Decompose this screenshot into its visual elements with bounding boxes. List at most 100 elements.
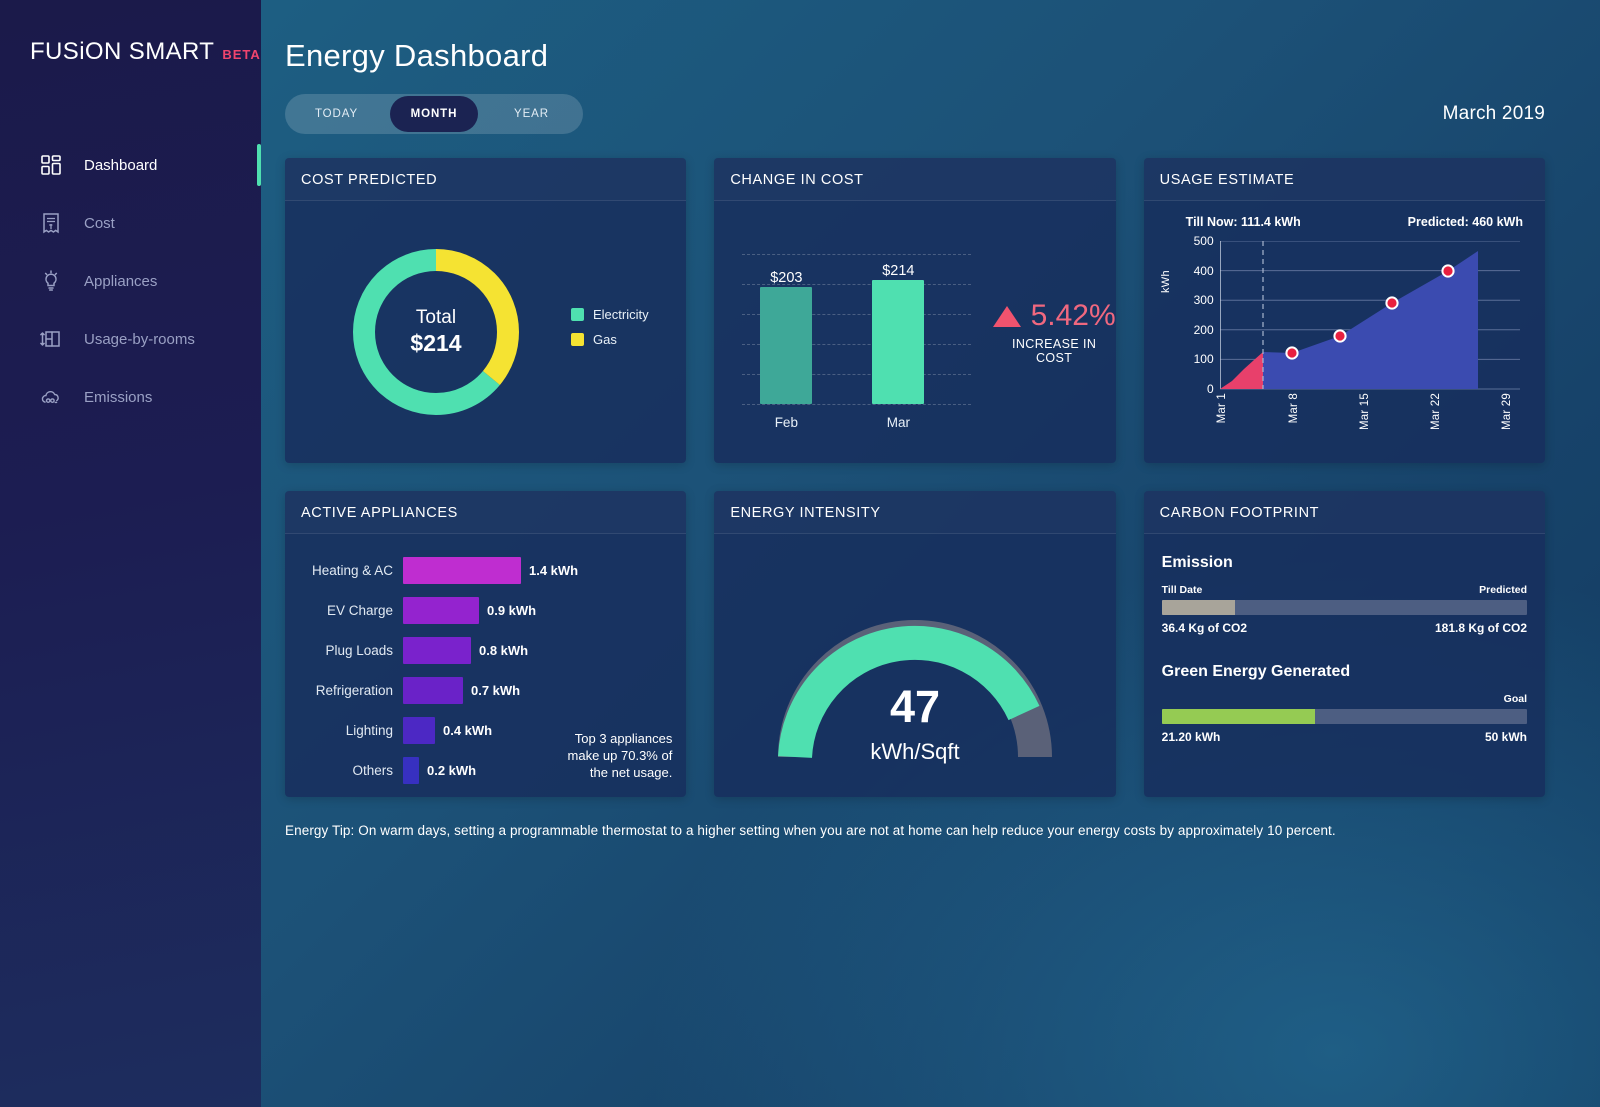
bar-category-label: Mar: [886, 415, 910, 430]
y-axis-ticks: 500 400 300 200 100 0: [1174, 234, 1214, 396]
appliance-bar: [403, 716, 435, 744]
sidebar-item-usage-by-rooms[interactable]: Usage-by-rooms: [0, 310, 261, 368]
bar-column-mar: $214 Mar: [872, 254, 925, 430]
delta-caption: INCREASE IN COST: [1011, 337, 1097, 365]
delta-percent: 5.42%: [1030, 299, 1116, 332]
emission-values: 36.4 Kg of CO2 181.8 Kg of CO2: [1162, 621, 1527, 635]
card-body: Heating & AC 1.4 kWh EV Charge 0.9 kWh P…: [285, 534, 686, 797]
appliance-value: 0.2 kWh: [427, 762, 477, 778]
sidebar-item-label: Appliances: [84, 272, 158, 290]
sidebar-item-label: Cost: [84, 214, 115, 232]
gauge-unit: kWh/Sqft: [870, 738, 960, 764]
energy-tip: Energy Tip: On warm days, setting a prog…: [285, 823, 1336, 838]
emission-title: Emission: [1161, 554, 1233, 571]
bar-category-label: Feb: [774, 415, 798, 430]
sidebar-item-emissions[interactable]: Emissions: [0, 368, 261, 426]
card-body: $203 Feb $214 Mar 5.42% INCREASE IN COST: [714, 201, 1116, 463]
sidebar-item-cost[interactable]: Cost: [0, 194, 261, 252]
usage-area-chart: kWh 500 400 300 200 100 0 Mar 1 Mar 8 Ma…: [1158, 234, 1529, 437]
donut-center-text: Total $214: [345, 241, 527, 423]
range-option-year[interactable]: YEAR: [480, 94, 583, 134]
range-option-today[interactable]: TODAY: [285, 94, 388, 134]
sidebar-item-label: Dashboard: [84, 156, 158, 174]
card-change-in-cost: CHANGE IN COST $203 Feb $214 Mar 5.42% I…: [714, 158, 1116, 463]
y-tick: 0: [1206, 382, 1214, 396]
legend-swatch: [571, 308, 584, 321]
green-energy-goal-label: Goal: [1503, 693, 1527, 705]
change-cost-content: $203 Feb $214 Mar 5.42% INCREASE IN COST: [714, 201, 1116, 463]
usage-annotations: Till Now: 111.4 kWh Predicted: 460 kWh: [1158, 215, 1529, 229]
bar-value-label: $203: [770, 269, 803, 286]
card-title: USAGE ESTIMATE: [1143, 158, 1545, 201]
gauge-readout: 47 kWh/Sqft: [765, 684, 1065, 765]
donut-legend: Electricity Gas: [571, 307, 649, 357]
x-tick: Mar 8: [1287, 393, 1300, 424]
appliance-bar: [403, 756, 419, 784]
x-tick: Mar 22: [1429, 393, 1442, 430]
y-tick: 500: [1193, 234, 1214, 248]
sidebar: FUSiON SMART BETA Dashboard Cost Applian…: [0, 0, 261, 1107]
emission-left-label: Till Date: [1161, 584, 1203, 596]
grid-icon: [38, 152, 64, 178]
green-energy-progress-track: [1161, 709, 1527, 724]
sidebar-item-appliances[interactable]: Appliances: [0, 252, 261, 310]
green-energy-values: 21.20 kWh 50 kWh: [1162, 730, 1527, 744]
y-axis-title: kWh: [1159, 270, 1172, 293]
card-title: ACTIVE APPLIANCES: [285, 491, 687, 534]
emission-progress-fill: [1161, 600, 1235, 615]
page-title: Energy Dashboard: [285, 38, 549, 73]
legend-item-gas: Gas: [571, 332, 649, 347]
appliance-value: 0.7 kWh: [471, 682, 521, 698]
sidebar-item-dashboard[interactable]: Dashboard: [0, 136, 261, 194]
green-energy-progress-fill: [1161, 709, 1316, 724]
change-cost-bar-chart: $203 Feb $214 Mar: [742, 232, 971, 432]
usage-estimate-content: Till Now: 111.4 kWh Predicted: 460 kWh k…: [1144, 201, 1545, 463]
receipt-icon: [38, 210, 64, 236]
card-usage-estimate: USAGE ESTIMATE Till Now: 111.4 kWh Predi…: [1143, 158, 1545, 463]
card-body: Total $214 Electricity Gas: [285, 201, 686, 463]
appliance-value: 1.4 kWh: [529, 562, 579, 578]
x-tick: Mar 15: [1358, 393, 1371, 430]
brand-logo: FUSiON SMART BETA: [30, 38, 261, 66]
appliance-bar: [403, 676, 463, 704]
cost-donut-chart: Total $214: [345, 241, 527, 423]
green-energy-current-value: 21.20 kWh: [1161, 730, 1221, 744]
time-range-toggle[interactable]: TODAY MONTH YEAR: [285, 94, 583, 134]
sidebar-item-label: Emissions: [84, 388, 153, 406]
donut-total-value: $214: [410, 330, 462, 356]
brand-name: FUSiON SMART: [30, 38, 215, 65]
bar-column-feb: $203 Feb: [760, 254, 813, 430]
x-tick: Mar 29: [1500, 393, 1513, 430]
till-now-label: Till Now: 111.4 kWh: [1185, 215, 1301, 229]
range-option-month[interactable]: MONTH: [390, 96, 478, 132]
usage-plot-svg: [1219, 241, 1520, 390]
appliance-label: EV Charge: [326, 602, 393, 618]
card-body: 47 kWh/Sqft: [714, 534, 1115, 797]
legend-item-electricity: Electricity: [571, 307, 649, 322]
appliance-value: 0.4 kWh: [443, 722, 493, 738]
y-tick: 100: [1193, 352, 1214, 367]
appliance-label: Refrigeration: [315, 682, 393, 698]
x-tick: Mar 1: [1215, 393, 1228, 424]
y-tick: 400: [1193, 263, 1214, 278]
bar-group: $203 Feb $214 Mar: [760, 254, 960, 430]
donut-total-label: Total: [415, 307, 457, 328]
appliance-bar-list: Heating & AC 1.4 kWh EV Charge 0.9 kWh P…: [285, 534, 686, 797]
floorplan-icon: [38, 326, 64, 352]
card-title: COST PREDICTED: [285, 158, 687, 201]
appliance-value: 0.8 kWh: [479, 642, 529, 658]
legend-label: Electricity: [593, 307, 649, 322]
card-title: CHANGE IN COST: [714, 158, 1116, 201]
sidebar-nav: Dashboard Cost Appliances Usage-by-rooms…: [0, 136, 261, 426]
appliance-label: Others: [352, 762, 393, 778]
brand-beta-badge: BETA: [222, 47, 261, 62]
predicted-label: Predicted: 460 kWh: [1407, 215, 1523, 229]
main-content: Energy Dashboard TODAY MONTH YEAR March …: [261, 0, 1600, 1107]
card-carbon-footprint: CARBON FOOTPRINT Emission Till Date Pred…: [1143, 491, 1545, 797]
top-appliances-note: Top 3 appliances make up 70.3% of the ne…: [567, 730, 673, 780]
y-tick: 300: [1193, 293, 1214, 308]
card-body: Emission Till Date Predicted 36.4 Kg of …: [1144, 534, 1545, 797]
carbon-footprint-content: Emission Till Date Predicted 36.4 Kg of …: [1144, 534, 1545, 744]
emission-current-value: 36.4 Kg of CO2: [1161, 621, 1248, 635]
dashboard-grid: COST PREDICTED Total $214 Electricity Ga…: [285, 158, 1545, 797]
